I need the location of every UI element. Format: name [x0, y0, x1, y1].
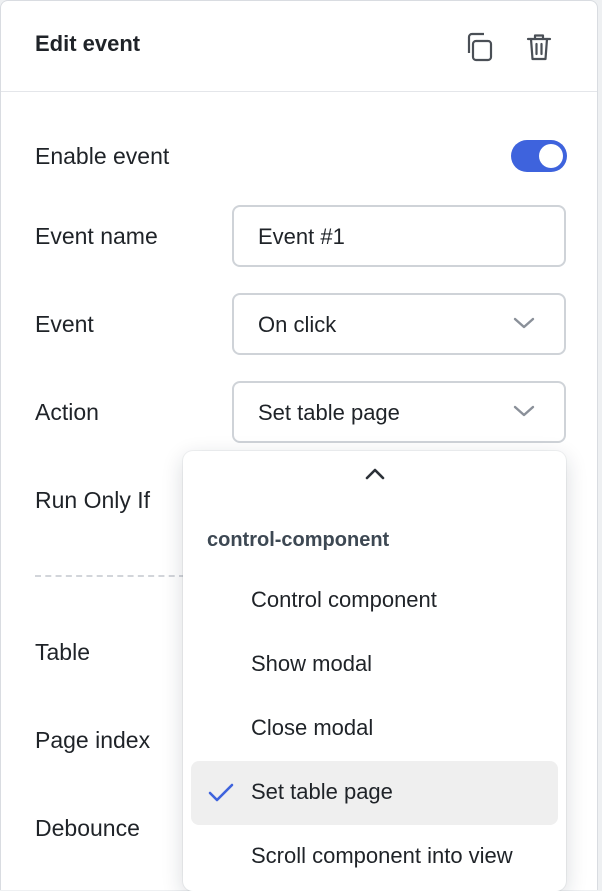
section-divider [35, 575, 185, 577]
event-select-value: On click [258, 312, 337, 337]
event-select[interactable]: On click [232, 293, 566, 355]
panel-header: Edit event [1, 1, 597, 92]
page-index-label: Page index [35, 727, 151, 753]
action-dropdown-menu: control-component Control component Show… [183, 451, 566, 891]
option-label: Scroll component into view [251, 843, 513, 868]
event-label: Event [35, 311, 94, 337]
option-close-modal[interactable]: Close modal [191, 697, 558, 761]
dropdown-group-label: control-component [207, 529, 390, 551]
chevron-down-icon [513, 405, 535, 417]
event-name-value: Event #1 [258, 224, 345, 249]
debounce-label: Debounce [35, 815, 140, 841]
option-label: Control component [251, 587, 437, 612]
duplicate-button[interactable] [463, 31, 495, 63]
action-select-value: Set table page [258, 400, 400, 425]
enable-event-label: Enable event [35, 143, 170, 169]
delete-button[interactable] [523, 31, 555, 63]
check-icon [208, 783, 234, 802]
copy-icon [467, 32, 493, 62]
run-only-if-label: Run Only If [35, 487, 151, 513]
option-control-component[interactable]: Control component [191, 569, 558, 633]
panel-title: Edit event [35, 31, 141, 56]
option-label: Show modal [251, 651, 373, 676]
event-name-input[interactable]: Event #1 [232, 205, 566, 267]
option-scroll-component-into-view[interactable]: Scroll component into view [191, 825, 558, 889]
chevron-down-icon [513, 317, 535, 329]
option-set-table-page[interactable]: Set table page [191, 761, 558, 825]
table-label: Table [35, 639, 90, 665]
option-label: Close modal [251, 715, 374, 740]
trash-icon [526, 34, 552, 61]
option-label: Set table page [251, 779, 393, 804]
action-label: Action [35, 399, 99, 425]
enable-event-toggle[interactable] [511, 140, 567, 172]
chevron-up-icon[interactable] [364, 467, 386, 481]
event-name-label: Event name [35, 223, 158, 249]
toggle-knob [539, 144, 563, 168]
option-show-modal[interactable]: Show modal [191, 633, 558, 697]
action-select[interactable]: Set table page [232, 381, 566, 443]
